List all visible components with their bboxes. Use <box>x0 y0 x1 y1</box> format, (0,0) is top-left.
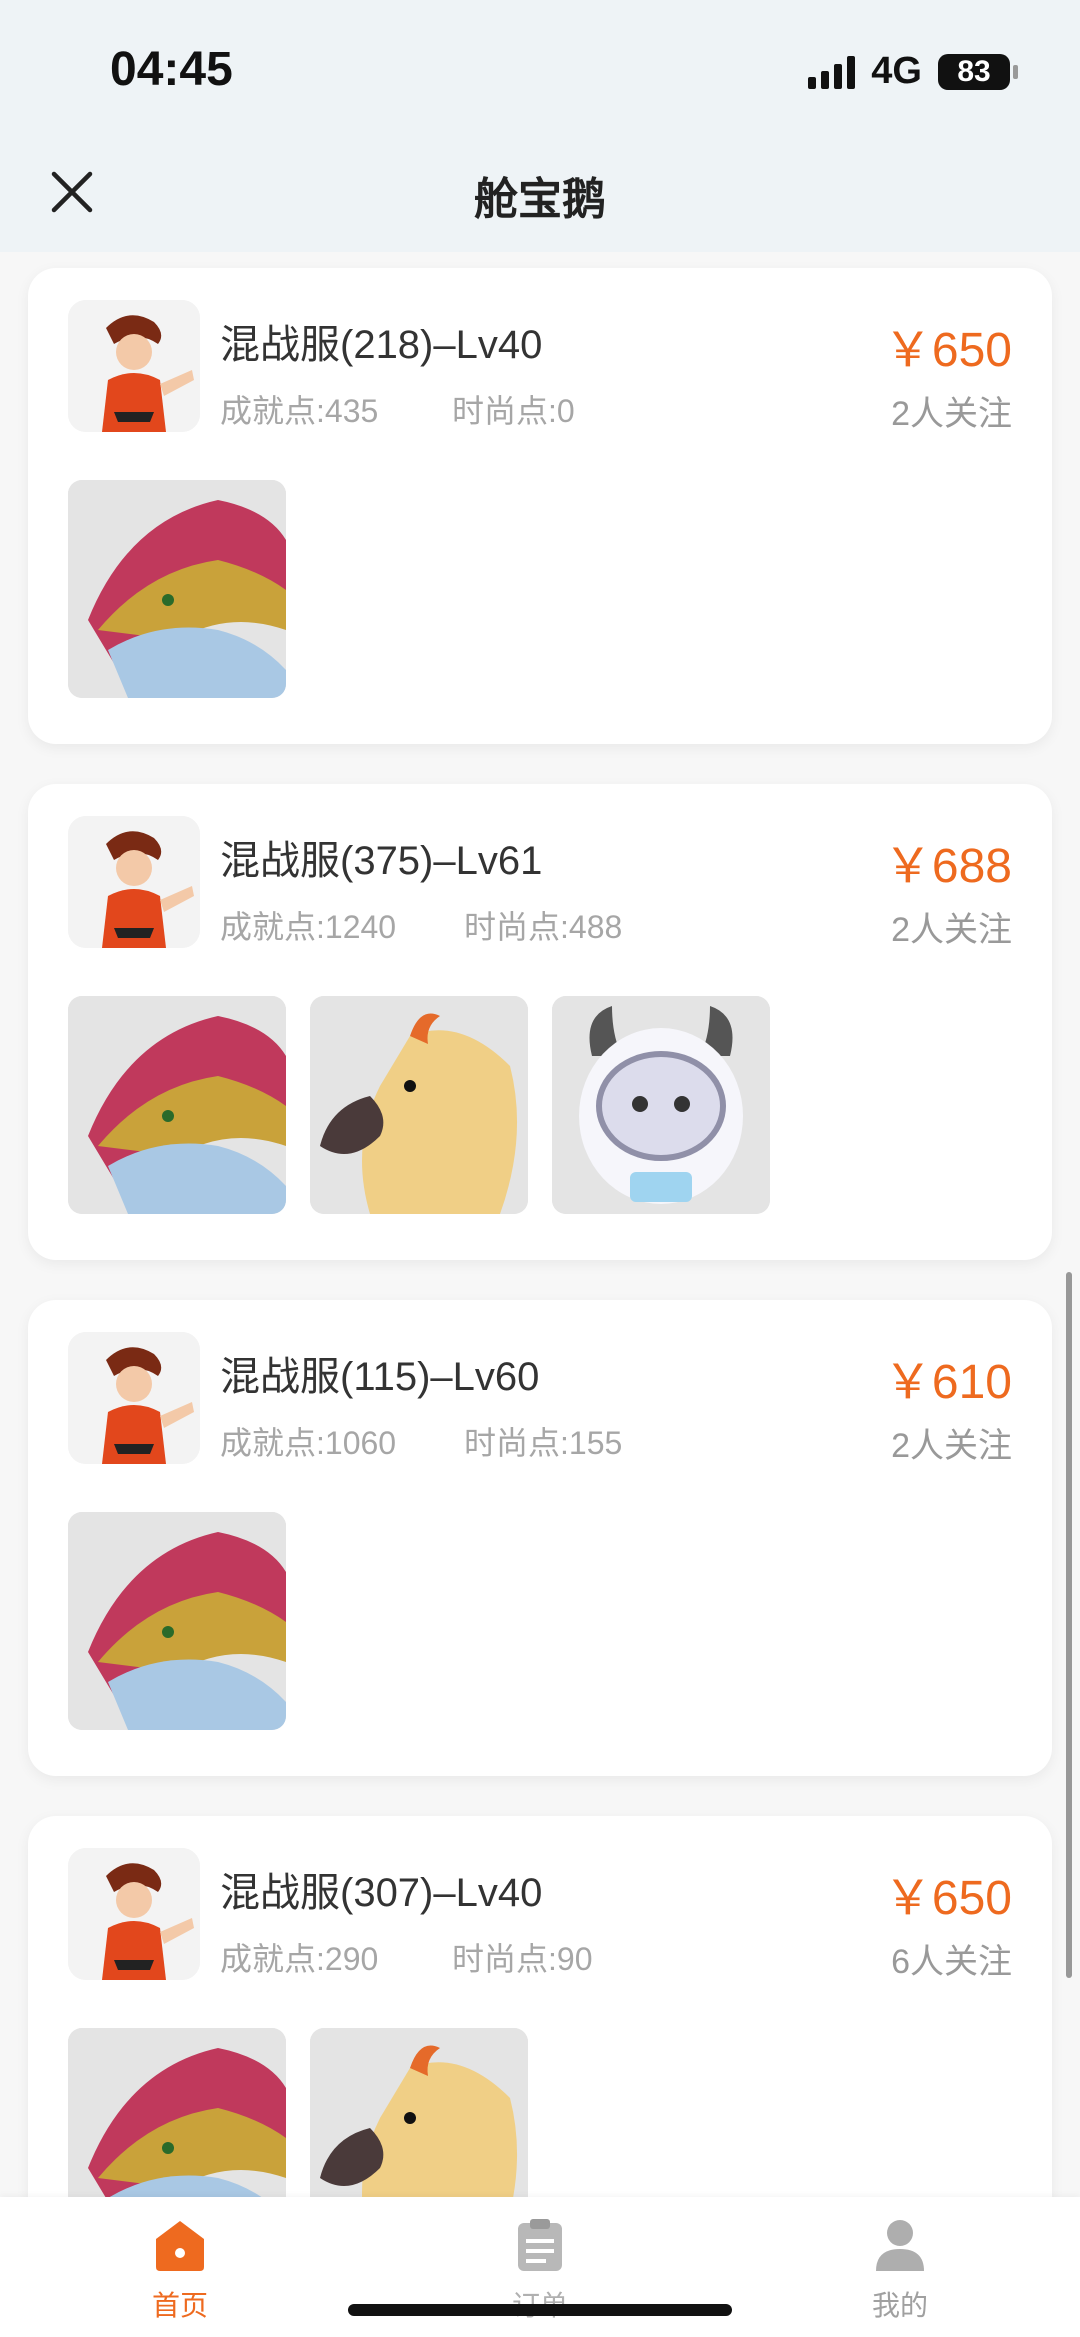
character-avatar <box>68 1848 200 1980</box>
network-type: 4G <box>871 50 922 92</box>
achievement-points: 成就点:290 <box>220 1941 379 1977</box>
status-icons: 4G 83 <box>808 50 1018 93</box>
dragon-image[interactable] <box>68 996 286 1214</box>
page-title: 舱宝鹅 <box>474 175 606 224</box>
listing-title: 混战服(115)–Lv60 <box>220 1355 540 1399</box>
dragon-image[interactable] <box>68 2028 286 2197</box>
follower-count: 2人关注 <box>891 1427 1012 1465</box>
robot-cow-image[interactable] <box>552 996 770 1214</box>
phoenix-image[interactable] <box>310 996 528 1214</box>
listing-card[interactable]: 混战服(307)–Lv40 成就点:290 时尚点:90 ￥650 6人关注 <box>28 1816 1052 2197</box>
phoenix-image[interactable] <box>310 2028 528 2197</box>
fashion-points: 时尚点:0 <box>452 393 575 429</box>
follower-count: 2人关注 <box>891 911 1012 949</box>
bottom-nav: 首页 订单 我的 <box>0 2197 1080 2337</box>
achievement-points: 成就点:1060 <box>220 1425 397 1461</box>
listing-price: ￥688 <box>883 840 1012 893</box>
listing-price: ￥650 <box>883 324 1012 377</box>
signal-icon <box>808 55 856 89</box>
fashion-points: 时尚点:488 <box>464 909 623 945</box>
battery-icon: 83 <box>938 53 1018 90</box>
nav-home-label: 首页 <box>151 2290 208 2321</box>
listing-title: 混战服(307)–Lv40 <box>220 1871 543 1915</box>
nav-home[interactable]: 首页 <box>80 2217 280 2324</box>
fashion-points: 时尚点:155 <box>464 1425 623 1461</box>
home-indicator <box>348 2304 732 2316</box>
fashion-points: 时尚点:90 <box>452 1941 593 1977</box>
listing-price: ￥610 <box>883 1356 1012 1409</box>
top-bar: 04:45 4G 83 舱宝鹅 <box>0 0 1080 252</box>
listing-title: 混战服(375)–Lv61 <box>220 839 543 883</box>
dragon-image[interactable] <box>68 1512 286 1730</box>
clipboard-icon <box>518 2219 562 2271</box>
dragon-image[interactable] <box>68 480 286 698</box>
listing-card[interactable]: 混战服(218)–Lv40 成就点:435 时尚点:0 ￥650 2人关注 <box>28 268 1052 744</box>
listing-title: 混战服(218)–Lv40 <box>220 323 543 367</box>
follower-count: 2人关注 <box>891 395 1012 433</box>
character-avatar <box>68 300 200 432</box>
listing-card[interactable]: 混战服(115)–Lv60 成就点:1060 时尚点:155 ￥610 2人关注 <box>28 1300 1052 1776</box>
character-avatar <box>68 1332 200 1464</box>
achievement-points: 成就点:1240 <box>220 909 397 945</box>
nav-mine[interactable]: 我的 <box>800 2217 1000 2324</box>
listing-list[interactable]: 混战服(218)–Lv40 成就点:435 时尚点:0 ￥650 2人关注 混战… <box>0 252 1080 2197</box>
achievement-points: 成就点:435 <box>220 393 379 429</box>
nav-mine-label: 我的 <box>871 2290 928 2321</box>
user-icon <box>876 2220 924 2271</box>
listing-price: ￥650 <box>883 1872 1012 1925</box>
status-time: 04:45 <box>110 43 233 96</box>
scrollbar[interactable] <box>1066 1272 1072 1978</box>
home-icon <box>156 2221 204 2271</box>
listing-card[interactable]: 混战服(375)–Lv61 成就点:1240 时尚点:488 ￥688 2人关注 <box>28 784 1052 1260</box>
character-avatar <box>68 816 200 948</box>
follower-count: 6人关注 <box>891 1943 1012 1981</box>
